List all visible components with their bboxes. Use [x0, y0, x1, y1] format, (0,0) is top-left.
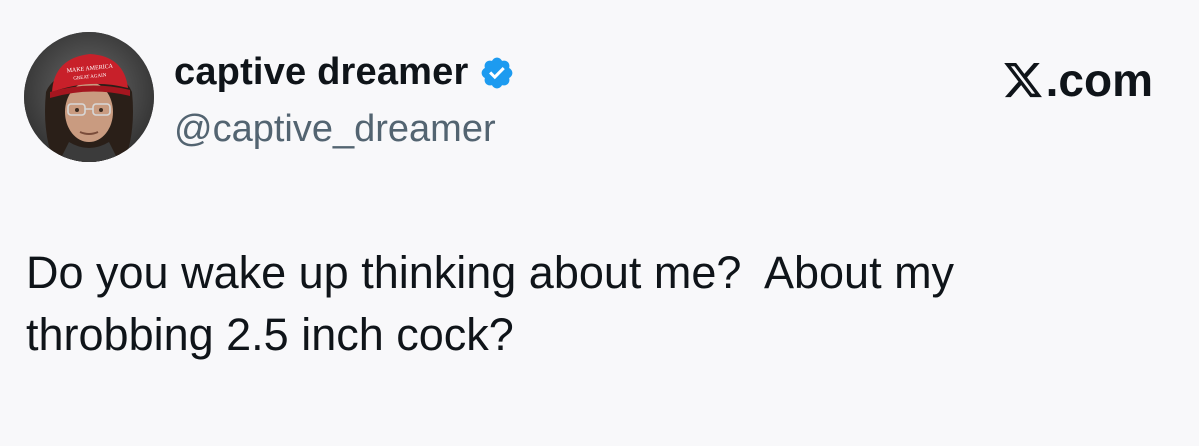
avatar[interactable]: MAKE AMERICA GREAT AGAIN [24, 32, 154, 162]
avatar-image: MAKE AMERICA GREAT AGAIN [24, 32, 154, 162]
x-logo-icon [1003, 62, 1042, 98]
tweet-card: MAKE AMERICA GREAT AGAIN captive dreamer… [0, 0, 1199, 446]
verified-badge-icon [479, 55, 515, 91]
platform-domain-text: .com [1045, 54, 1153, 106]
author-handle[interactable]: @captive_dreamer [174, 104, 496, 154]
platform-logo: .com [1002, 52, 1153, 108]
display-name[interactable]: captive dreamer [174, 44, 469, 100]
tweet-text: Do you wake up thinking about me? About … [26, 247, 955, 360]
author-row: captive dreamer [174, 44, 515, 100]
